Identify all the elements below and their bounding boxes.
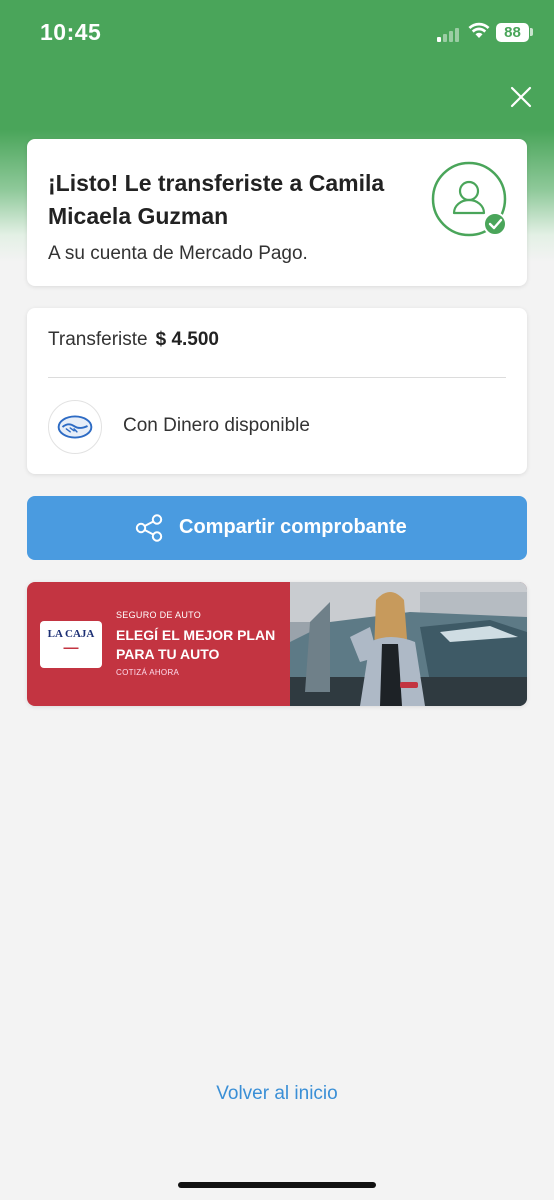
status-bar: 10:45 88 <box>0 0 554 66</box>
amount-value: $ 4.500 <box>155 329 220 350</box>
divider <box>48 377 506 378</box>
wifi-icon <box>468 22 490 38</box>
banner-cta: COTIZÁ AHORA <box>116 668 180 677</box>
success-title: ¡Listo! Le transferiste a Camila Micaela… <box>48 170 385 229</box>
close-icon[interactable] <box>508 84 534 110</box>
la-caja-logo: LA CAJA ▬▬▬ <box>40 621 102 668</box>
la-caja-logo-tagline: ▬▬▬ <box>63 645 79 651</box>
banner-kicker: SEGURO DE AUTO <box>116 610 202 620</box>
car-insurance-banner[interactable]: LA CAJA ▬▬▬ SEGURO DE AUTO ELEGÍ EL MEJO… <box>27 582 527 706</box>
battery-level: 88 <box>496 23 529 42</box>
status-time: 10:45 <box>40 19 102 45</box>
payment-method-label: Con Dinero disponible <box>123 415 310 436</box>
share-icon <box>135 514 163 542</box>
amount-label: Transferiste <box>48 329 148 350</box>
success-card: ¡Listo! Le transferiste a Camila Micaela… <box>27 139 527 286</box>
banner-headline: ELEGÍ EL MEJOR PLAN PARA TU AUTO <box>116 627 276 662</box>
share-button-label: Compartir comprobante <box>179 516 407 538</box>
home-indicator <box>178 1182 376 1188</box>
cellular-signal-icon <box>437 24 463 42</box>
share-receipt-button[interactable]: Compartir comprobante <box>27 496 527 560</box>
battery-tip <box>530 28 533 36</box>
back-to-home-link[interactable]: Volver al inicio <box>0 1083 554 1105</box>
banner-photo <box>290 582 527 706</box>
la-caja-logo-text: LA CAJA <box>47 628 95 640</box>
mercado-pago-logo-icon <box>48 400 102 454</box>
transfer-detail-card: Transferiste $ 4.500 Con Dinero disponibl… <box>27 308 527 474</box>
user-check-icon <box>431 161 507 237</box>
success-subtitle: A su cuenta de Mercado Pago. <box>48 243 308 264</box>
amount-row: Transferiste $ 4.500 <box>48 329 219 351</box>
